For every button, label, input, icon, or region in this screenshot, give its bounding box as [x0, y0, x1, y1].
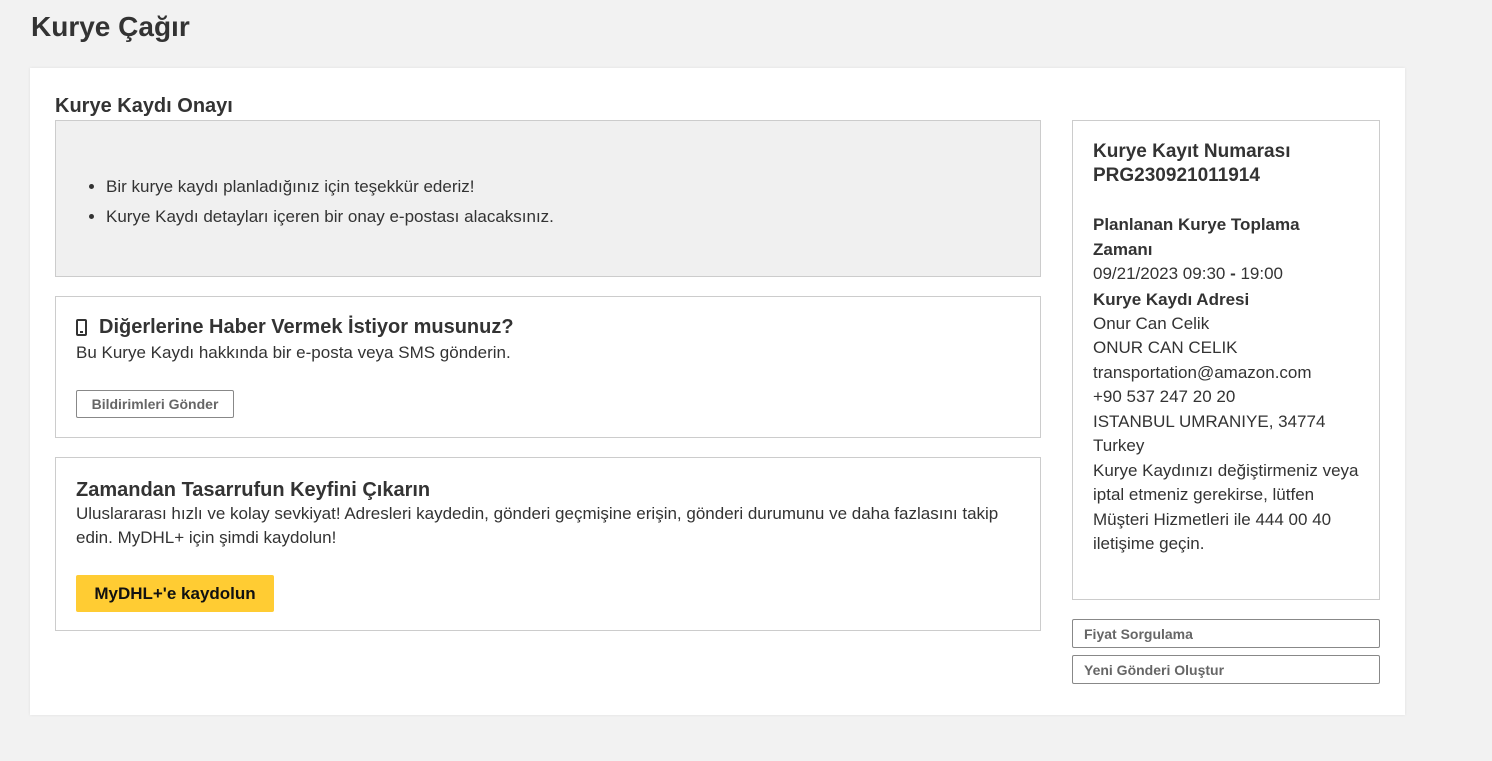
pickup-separator: -	[1225, 264, 1241, 283]
send-notifications-button[interactable]: Bildirimleri Gönder	[76, 390, 234, 418]
address-line: transportation@amazon.com	[1093, 362, 1312, 382]
pickup-time-row: 09/21/2023 09:30 - 19:00	[1093, 262, 1363, 287]
pickup-heading: Planlanan Kurye Toplama Zamanı	[1093, 215, 1300, 259]
promo-panel: Zamandan Tasarrufun Keyfini Çıkarın Ulus…	[55, 457, 1041, 631]
pickup-start: 09/21/2023 09:30	[1093, 264, 1226, 283]
notify-header: Diğerlerine Haber Vermek İstiyor musunuz…	[76, 316, 514, 339]
notify-description: Bu Kurye Kaydı hakkında bir e-posta veya…	[76, 343, 511, 362]
promo-title: Zamandan Tasarrufun Keyfini Çıkarın	[76, 479, 431, 501]
mydhl-signup-button[interactable]: MyDHL+'e kaydolun	[76, 575, 274, 612]
mobile-phone-icon	[76, 319, 87, 336]
page-title: Kurye Çağır	[31, 11, 190, 42]
confirmation-bullet: Bir kurye kaydı planladığınız için teşek…	[106, 172, 554, 202]
notify-title: Diğerlerine Haber Vermek İstiyor musunuz…	[99, 316, 514, 338]
ref-number: PRG230921011914	[1093, 165, 1260, 186]
address-heading: Kurye Kaydı Adresi	[1093, 289, 1250, 309]
main-card: Kurye Kaydı Onayı Bir kurye kaydı planla…	[30, 68, 1405, 715]
summary-panel: Kurye Kayıt Numarası PRG230921011914 Pla…	[1072, 120, 1380, 600]
address-line: Onur Can Celik	[1093, 313, 1210, 333]
pickup-end: 19:00	[1240, 264, 1284, 283]
confirmation-bullet: Kurye Kaydı detayları içeren bir onay e-…	[106, 202, 554, 232]
address-line: Turkey	[1093, 436, 1145, 455]
promo-text: Uluslararası hızlı ve kolay sevkiyat! Ad…	[76, 504, 999, 547]
confirmation-box: Bir kurye kaydı planladığınız için teşek…	[55, 120, 1041, 277]
new-shipment-button[interactable]: Yeni Gönderi Oluştur	[1072, 655, 1380, 684]
address-line: ONUR CAN CELIK	[1093, 338, 1238, 357]
price-quote-button[interactable]: Fiyat Sorgulama	[1072, 619, 1380, 648]
help-text: Kurye Kaydınızı değiştirmeniz veya iptal…	[1093, 460, 1359, 554]
address-line: +90 537 247 20 20	[1093, 387, 1236, 406]
address-line: ISTANBUL UMRANIYE, 34774	[1093, 411, 1326, 431]
confirmation-title: Kurye Kaydı Onayı	[55, 95, 233, 117]
notify-panel: Diğerlerine Haber Vermek İstiyor musunuz…	[55, 296, 1041, 438]
confirmation-list: Bir kurye kaydı planladığınız için teşek…	[106, 172, 554, 232]
ref-label: Kurye Kayıt Numarası	[1093, 141, 1291, 162]
